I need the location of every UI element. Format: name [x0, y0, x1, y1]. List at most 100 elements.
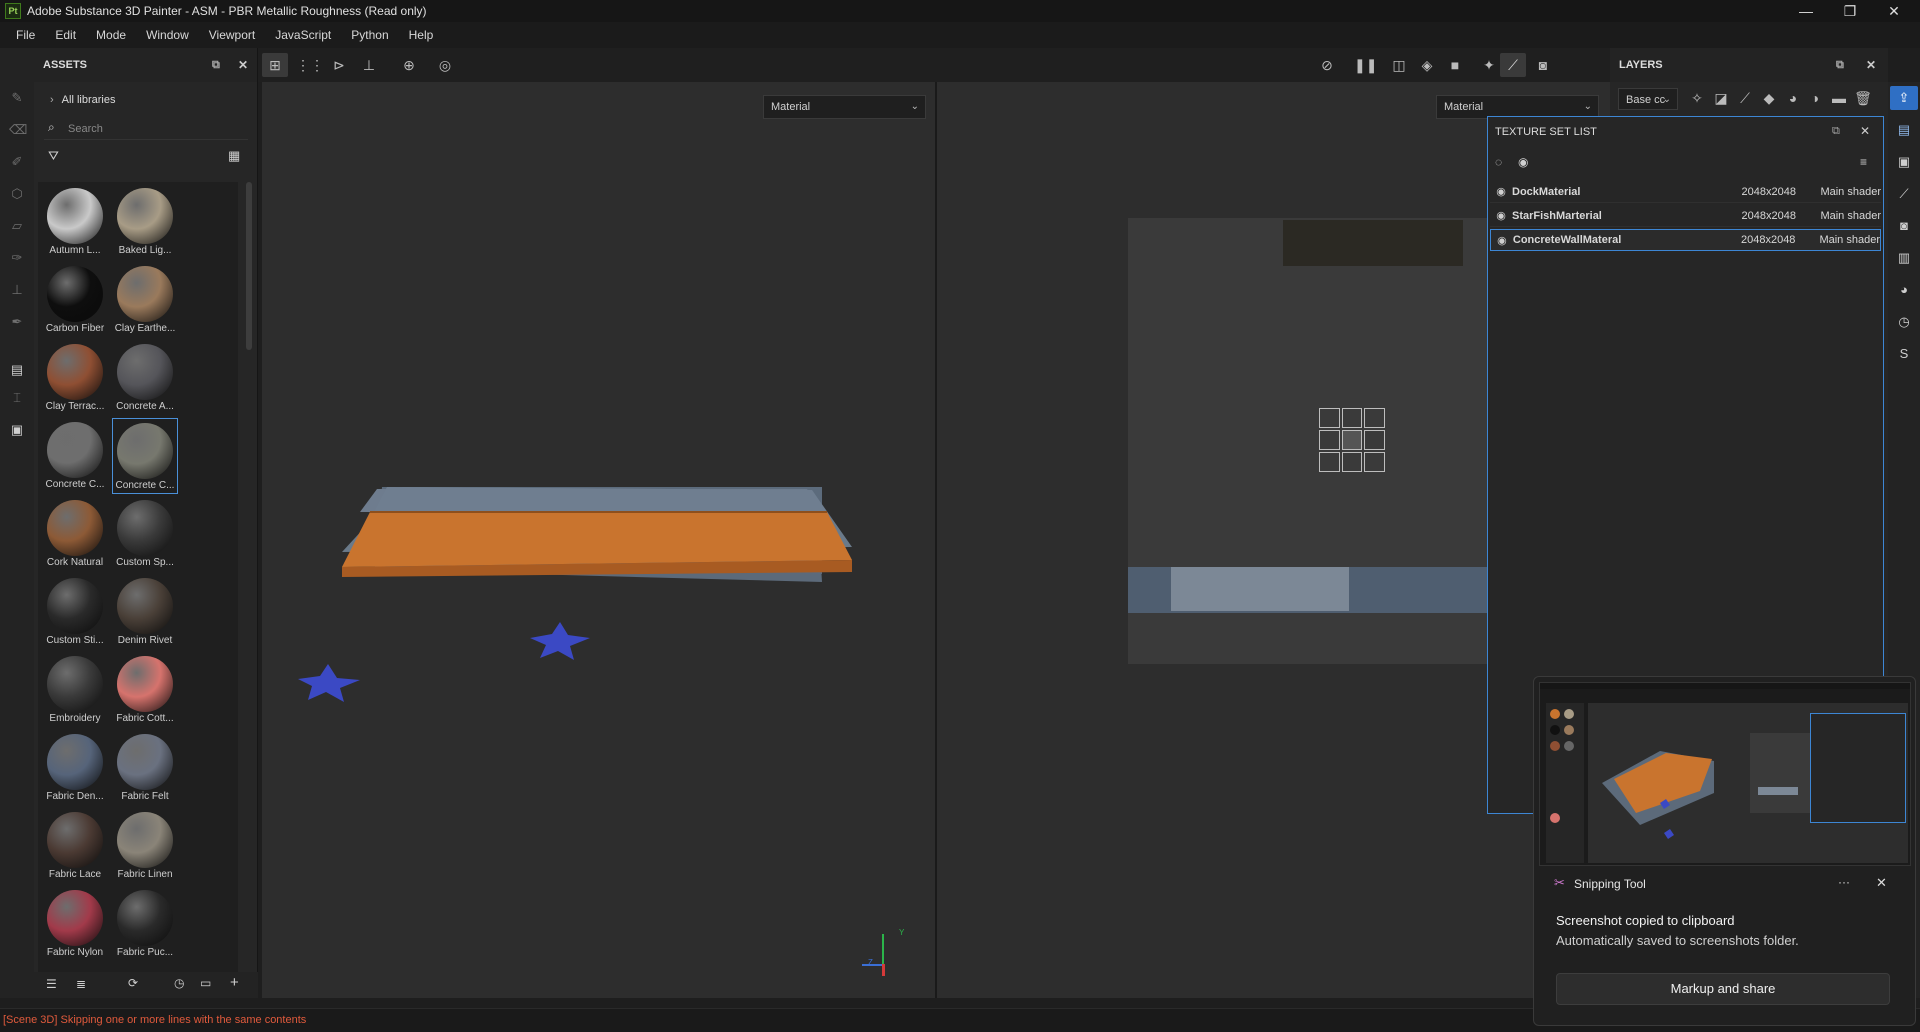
eye-icon[interactable]: ◉: [1518, 155, 1528, 169]
close-window-button[interactable]: ✕: [1872, 0, 1916, 22]
search-field[interactable]: ⌕ Search: [44, 118, 248, 140]
menu-python[interactable]: Python: [341, 28, 398, 42]
layer-instance-icon[interactable]: ◑: [1806, 90, 1824, 106]
projection-icon[interactable]: ✐: [9, 154, 25, 170]
layers-icon[interactable]: ▤: [1896, 122, 1912, 138]
symmetry-x-icon[interactable]: ⊳: [330, 57, 348, 73]
asset-tile[interactable]: Fabric Cott...: [112, 652, 178, 728]
filter-icon[interactable]: ⛛: [48, 148, 59, 164]
asset-tile[interactable]: Custom Sti...: [42, 574, 108, 650]
asset-tile[interactable]: Concrete C...: [112, 418, 178, 494]
shader-settings-icon[interactable]: ▥: [1896, 250, 1912, 266]
close-panel-icon[interactable]: ✕: [238, 58, 248, 72]
properties-icon[interactable]: ⟋: [1896, 186, 1912, 202]
asset-tile[interactable]: Clay Terrac...: [42, 340, 108, 416]
geometry-mask-icon[interactable]: ⬡: [9, 186, 25, 202]
delete-icon[interactable]: 🗑: [1854, 90, 1872, 106]
undock-icon[interactable]: ⧉: [1836, 59, 1844, 72]
undock-icon[interactable]: ⧉: [212, 59, 220, 72]
asset-tile[interactable]: Fabric Den...: [42, 730, 108, 806]
mask-icon[interactable]: ◪: [1712, 90, 1730, 106]
maximize-button[interactable]: ❐: [1828, 0, 1872, 22]
export-icon[interactable]: ⇪: [1896, 90, 1912, 106]
assets-scrollbar[interactable]: [246, 182, 252, 350]
texture-set-row[interactable]: ◉ StarFishMarterial 2048x2048 Main shade…: [1490, 205, 1881, 227]
color-picker-icon[interactable]: ✒: [9, 314, 25, 330]
minimize-button[interactable]: —: [1784, 0, 1828, 22]
paint-brush-icon[interactable]: ✎: [9, 90, 25, 106]
menu-mode[interactable]: Mode: [86, 28, 136, 42]
hide-all-icon[interactable]: ◌: [1495, 155, 1502, 169]
asset-tile[interactable]: Autumn L...: [42, 184, 108, 260]
asset-tile[interactable]: Fabric Nylon: [42, 886, 108, 962]
screenshot-thumbnail[interactable]: [1539, 682, 1911, 866]
close-panel-icon[interactable]: ✕: [1860, 124, 1870, 138]
sort-icon[interactable]: ☰: [46, 977, 57, 991]
asset-tile[interactable]: Carbon Fiber: [42, 262, 108, 338]
snapshot-icon[interactable]: ◙: [1534, 57, 1552, 73]
smart-material-icon[interactable]: ◕: [1784, 90, 1802, 106]
asset-tile[interactable]: Concrete C...: [42, 418, 108, 494]
fill-layer-icon[interactable]: ◆: [1760, 90, 1778, 106]
environment-icon[interactable]: ◕: [1896, 282, 1912, 298]
asset-tile[interactable]: Cork Natural: [42, 496, 108, 572]
eye-icon[interactable]: ◉: [1490, 209, 1512, 222]
measure-icon[interactable]: ⌶: [9, 390, 25, 406]
asset-tile[interactable]: Denim Rivet: [112, 574, 178, 650]
menu-help[interactable]: Help: [399, 28, 444, 42]
grid-layout-icon[interactable]: ⋮⋮: [296, 57, 324, 73]
add-icon[interactable]: +: [230, 974, 239, 991]
asset-tile[interactable]: Custom Sp...: [112, 496, 178, 572]
channel-select[interactable]: Base cc ⌄: [1618, 88, 1678, 110]
eye-icon[interactable]: ◉: [1491, 234, 1513, 247]
grid-view-icon[interactable]: ▦: [228, 148, 240, 164]
cube-icon[interactable]: ◈: [1418, 57, 1436, 73]
undock-icon[interactable]: ⧉: [1832, 125, 1840, 138]
screenshot-icon[interactable]: ▣: [9, 422, 25, 438]
asset-tile[interactable]: Embroidery: [42, 652, 108, 728]
eye-icon[interactable]: ◉: [1490, 185, 1512, 198]
paint-mode-icon[interactable]: ⟋: [1504, 57, 1522, 73]
asset-tile[interactable]: Fabric Puc...: [112, 886, 178, 962]
list-view-icon[interactable]: ≣: [76, 977, 86, 991]
clone-stamp-icon[interactable]: ⊥: [9, 282, 25, 298]
uv-tile-widget[interactable]: [1319, 408, 1385, 472]
asset-tile[interactable]: Fabric Linen: [112, 808, 178, 884]
polygon-fill-icon[interactable]: ▱: [9, 218, 25, 234]
menu-window[interactable]: Window: [136, 28, 199, 42]
texture-set-icon[interactable]: ▣: [1896, 154, 1912, 170]
close-panel-icon[interactable]: ✕: [1866, 58, 1876, 72]
add-view-icon[interactable]: ⊕: [400, 57, 418, 73]
hide-icon[interactable]: ⊘: [1318, 57, 1336, 73]
bake-icon[interactable]: ▤: [9, 362, 25, 378]
split-view-icon[interactable]: ◫: [1390, 57, 1408, 73]
settings-menu-icon[interactable]: ≡: [1860, 155, 1867, 169]
viewport-3d[interactable]: Material ⌄ Y Z: [262, 82, 936, 998]
refresh-icon[interactable]: ⟳: [128, 976, 138, 990]
library-selector[interactable]: › All libraries: [50, 94, 115, 106]
substance-icon[interactable]: S: [1896, 346, 1912, 362]
menu-viewport[interactable]: Viewport: [199, 28, 265, 42]
camera-icon[interactable]: ■: [1446, 57, 1464, 73]
history-icon[interactable]: ◷: [174, 976, 184, 990]
smudge-icon[interactable]: ✑: [9, 250, 25, 266]
display-settings-icon[interactable]: ◙: [1896, 218, 1912, 234]
folder-icon[interactable]: ▬: [1830, 90, 1848, 106]
folder-icon[interactable]: ▭: [200, 976, 211, 990]
paint-layer-icon[interactable]: ⟋: [1736, 90, 1754, 106]
menu-file[interactable]: File: [6, 28, 45, 42]
more-options-icon[interactable]: ···: [1838, 875, 1850, 889]
asset-tile[interactable]: Concrete A...: [112, 340, 178, 416]
asset-tile[interactable]: Baked Lig...: [112, 184, 178, 260]
asset-tile[interactable]: Fabric Lace: [42, 808, 108, 884]
menu-javascript[interactable]: JavaScript: [265, 28, 341, 42]
close-notification-icon[interactable]: ✕: [1876, 875, 1887, 891]
texture-view-icon[interactable]: ⊞: [266, 57, 284, 73]
effects-icon[interactable]: ✧: [1688, 90, 1706, 106]
history-icon[interactable]: ◷: [1896, 314, 1912, 330]
texture-set-row[interactable]: ◉ DockMaterial 2048x2048 Main shader: [1490, 181, 1881, 203]
render-icon[interactable]: ✦: [1480, 57, 1498, 73]
symmetry-y-icon[interactable]: ⊥: [360, 57, 378, 73]
pause-icon[interactable]: ❚❚: [1354, 57, 1377, 73]
eraser-icon[interactable]: ⌫: [9, 122, 27, 138]
